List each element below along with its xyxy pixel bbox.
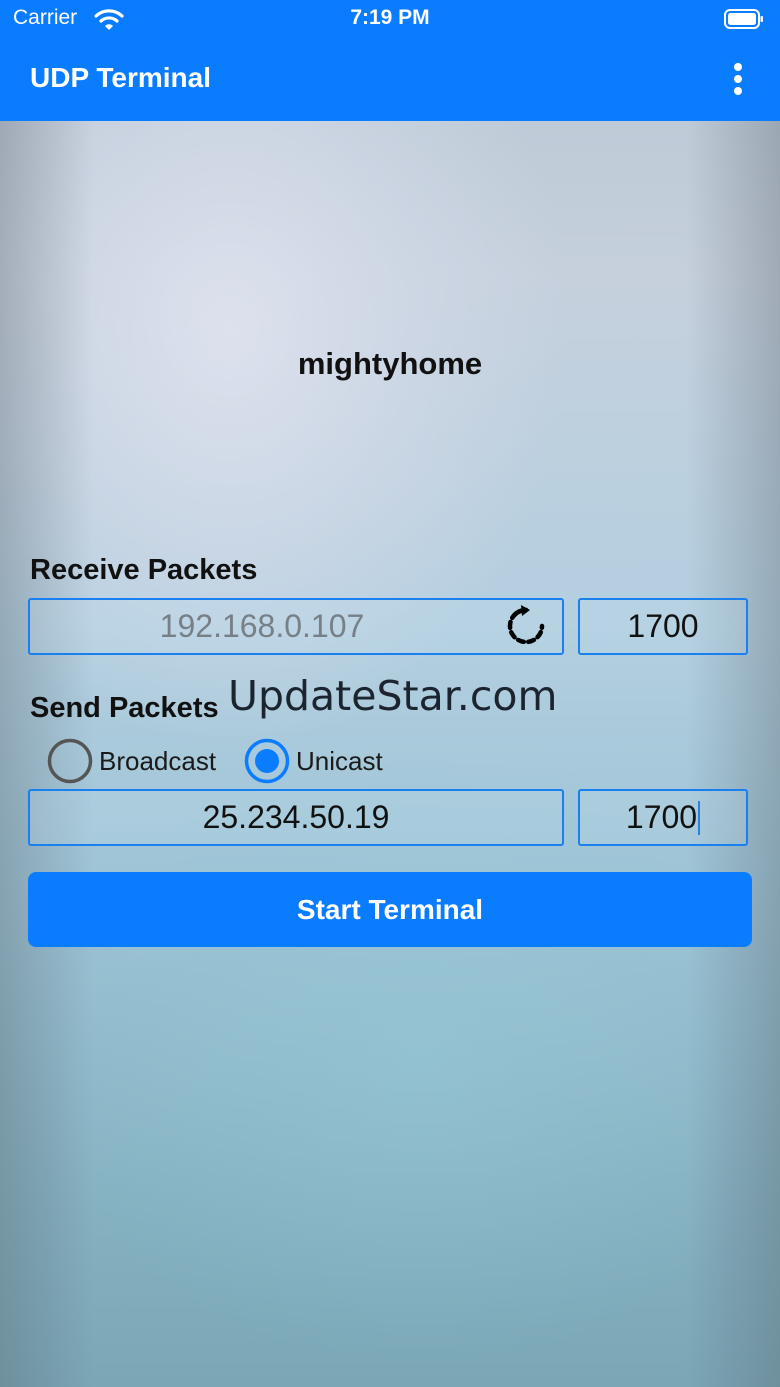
broadcast-radio[interactable]: Broadcast [47,738,216,784]
refresh-icon[interactable] [504,604,548,648]
start-terminal-button[interactable]: Start Terminal [28,872,752,947]
send-packets-label: Send Packets [30,692,219,724]
send-port-value: 1700 [625,799,698,835]
text-cursor [698,800,701,835]
navigation-bar: UDP Terminal [0,40,780,121]
radio-unselected-icon [47,738,93,784]
clock: 7:19 PM [350,6,430,29]
receive-packets-label: Receive Packets [30,554,258,586]
app-title: UDP Terminal [30,62,212,93]
send-port-field[interactable]: 1700 [578,789,748,846]
unicast-radio[interactable]: Unicast [244,738,383,784]
device-name: mightyhome [297,346,483,381]
status-bar: Carrier 7:19 PM [0,0,780,40]
receive-port-value: 1700 [627,608,699,644]
send-ip-field[interactable]: 25.234.50.19 [28,789,564,846]
receive-ip-field[interactable]: 192.168.0.107 [28,598,564,655]
watermark: UpdateStar.com [228,672,558,720]
send-ip-value: 25.234.50.19 [202,799,390,835]
battery-icon [724,9,763,29]
radio-selected-icon [244,738,290,784]
receive-ip-value: 192.168.0.107 [159,608,365,644]
more-vertical-icon[interactable] [724,60,754,100]
unicast-label: Unicast [296,745,383,776]
broadcast-label: Broadcast [99,745,217,776]
receive-port-field[interactable]: 1700 [578,598,748,655]
